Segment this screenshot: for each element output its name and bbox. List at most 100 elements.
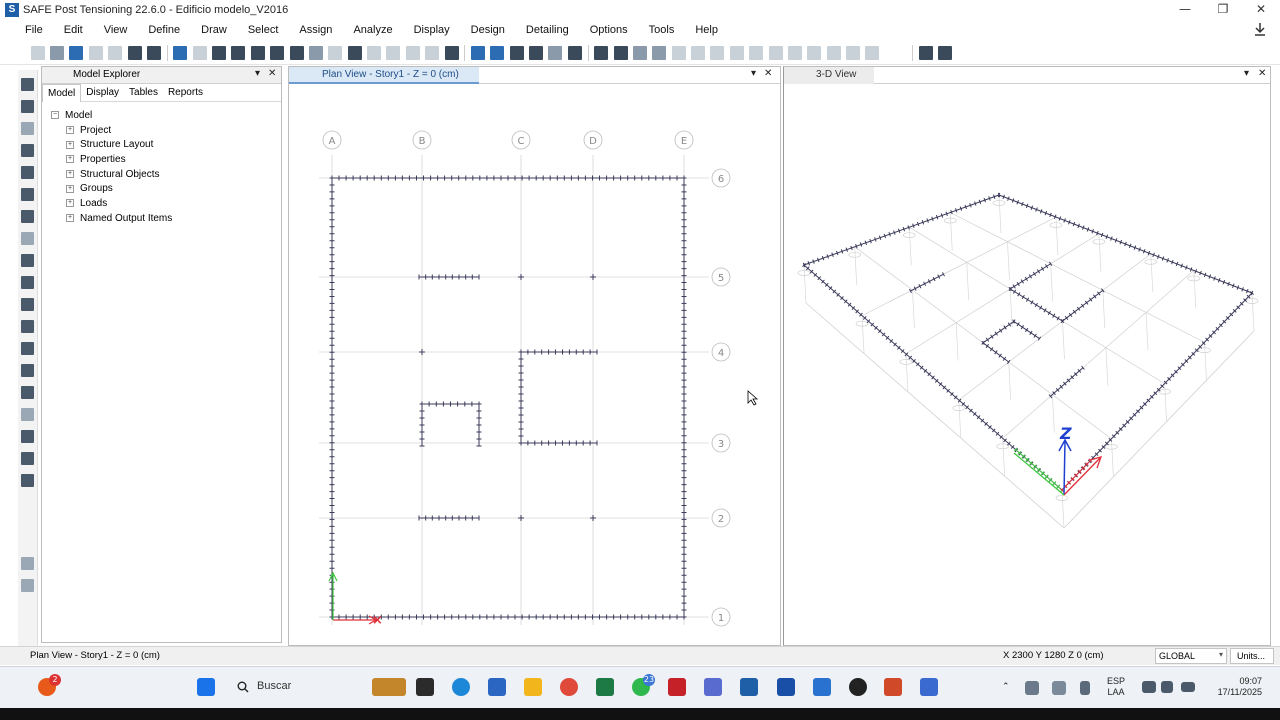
draw-beam-icon[interactable] <box>21 144 34 157</box>
battery-icon[interactable] <box>1181 682 1195 692</box>
app-notification-icon[interactable]: 2 <box>38 674 61 696</box>
view-3d-canvas[interactable]: Z <box>784 85 1270 645</box>
panel-dropdown-icon[interactable]: ▾ <box>1244 68 1249 79</box>
tree-node-structure-layout[interactable]: + Structure Layout <box>42 137 281 152</box>
object-shrink-icon[interactable] <box>567 45 582 60</box>
show-drawings-icon[interactable] <box>807 45 822 60</box>
menu-analyze[interactable]: Analyze <box>353 24 392 36</box>
units-button[interactable]: Units... <box>1230 648 1274 664</box>
show-punching-icon[interactable] <box>691 45 706 60</box>
menu-file[interactable]: File <box>25 24 43 36</box>
reshape-object-icon[interactable] <box>21 100 34 113</box>
revit-icon[interactable] <box>777 678 795 696</box>
tree-node-project[interactable]: + Project <box>42 123 281 138</box>
tree-node-properties[interactable]: + Properties <box>42 152 281 167</box>
view-3d-icon[interactable] <box>347 45 362 60</box>
powerpoint-icon[interactable] <box>884 678 902 696</box>
undo-icon[interactable] <box>88 45 103 60</box>
restore-button[interactable]: ❐ <box>1204 0 1242 20</box>
tray-chevron-up-icon[interactable]: ⌃ <box>1002 681 1010 692</box>
plan-view-canvas[interactable]: A B C D E 6 5 4 3 2 1 × <box>289 85 780 645</box>
menu-display[interactable]: Display <box>414 24 450 36</box>
draw-drop-panel-icon[interactable] <box>21 320 34 333</box>
menu-help[interactable]: Help <box>695 24 718 36</box>
tendon-profile-icon[interactable] <box>938 45 953 60</box>
draw-opening-icon[interactable] <box>21 298 34 311</box>
zoom-out-icon[interactable] <box>289 45 304 60</box>
volume-icon[interactable] <box>1161 681 1173 693</box>
rubber-band-zoom-icon[interactable] <box>212 45 227 60</box>
panel-close-icon[interactable]: ✕ <box>764 68 772 79</box>
redo-icon[interactable] <box>108 45 123 60</box>
clock[interactable]: 09:07 17/11/2025 <box>1206 676 1262 698</box>
show-detailing-icon[interactable] <box>787 45 802 60</box>
etabs-icon[interactable] <box>813 678 831 696</box>
menu-edit[interactable]: Edit <box>64 24 83 36</box>
draw-wall-icon[interactable] <box>21 188 34 201</box>
close-window-button[interactable]: ✕ <box>1242 0 1280 20</box>
tree-node-model[interactable]: − Model <box>42 108 281 123</box>
download-icon[interactable] <box>1254 23 1266 36</box>
draw-slab-icon[interactable] <box>21 276 34 289</box>
tab-model[interactable]: Model <box>42 83 82 102</box>
menu-define[interactable]: Define <box>148 24 180 36</box>
cloud-icon[interactable] <box>1052 681 1066 695</box>
task-view-icon[interactable] <box>416 678 434 696</box>
menu-tools[interactable]: Tools <box>649 24 675 36</box>
menu-assign[interactable]: Assign <box>299 24 332 36</box>
perspective-icon[interactable] <box>444 45 459 60</box>
show-rebar-icon[interactable] <box>768 45 783 60</box>
draw-brace-icon[interactable] <box>21 210 34 223</box>
safe-app-icon[interactable] <box>740 678 758 696</box>
beams[interactable] <box>329 175 687 620</box>
draw-area-icon[interactable] <box>21 232 34 245</box>
minimize-button[interactable]: — <box>1166 0 1204 20</box>
draw-line-icon[interactable] <box>21 122 34 135</box>
whatsapp-icon[interactable]: 23 <box>632 674 655 696</box>
onedrive-icon[interactable] <box>1025 681 1039 695</box>
set-display-options-icon[interactable] <box>509 45 524 60</box>
excel-icon[interactable] <box>596 678 614 696</box>
draw-reference-line-icon[interactable] <box>21 474 34 487</box>
expand-icon[interactable]: + <box>66 170 74 179</box>
coordinate-system-select[interactable]: GLOBAL ▾ <box>1155 648 1227 664</box>
menu-select[interactable]: Select <box>248 24 279 36</box>
menu-options[interactable]: Options <box>590 24 628 36</box>
tree-node-named-output-items[interactable]: + Named Output Items <box>42 211 281 226</box>
windows-start-icon[interactable] <box>197 678 215 696</box>
language-indicator[interactable]: ESP LAA <box>1107 676 1125 698</box>
check-model-icon[interactable] <box>529 45 544 60</box>
wifi-icon[interactable] <box>1142 681 1156 693</box>
calendar-app-icon[interactable] <box>920 678 938 696</box>
davinci-icon[interactable] <box>849 678 867 696</box>
draw-design-strip-icon[interactable] <box>21 342 34 355</box>
snap-end-icon[interactable] <box>21 579 34 592</box>
select-pointer-icon[interactable] <box>21 78 34 91</box>
snap-options-icon[interactable] <box>21 557 34 570</box>
menu-view[interactable]: View <box>104 24 128 36</box>
panel-close-icon[interactable]: ✕ <box>1258 68 1266 79</box>
show-elevations-icon[interactable] <box>865 45 880 60</box>
file-explorer-icon[interactable] <box>524 678 542 696</box>
sketch-app-icon[interactable] <box>704 678 722 696</box>
show-sections-icon[interactable] <box>846 45 861 60</box>
show-undeformed-icon[interactable] <box>594 45 609 60</box>
move-down-icon[interactable] <box>490 45 505 60</box>
rotate-3d-icon[interactable] <box>425 45 440 60</box>
tendon-layout-icon[interactable] <box>918 45 933 60</box>
new-model-icon[interactable] <box>30 45 45 60</box>
menu-detailing[interactable]: Detailing <box>526 24 569 36</box>
tab-tables[interactable]: Tables <box>124 84 163 102</box>
restore-full-view-icon[interactable] <box>231 45 246 60</box>
autocad-icon[interactable] <box>668 678 686 696</box>
expand-icon[interactable]: + <box>66 155 74 164</box>
show-reactions-icon[interactable] <box>613 45 628 60</box>
show-deformed-icon[interactable] <box>548 45 563 60</box>
expand-icon[interactable]: + <box>66 184 74 193</box>
tree-node-groups[interactable]: + Groups <box>42 181 281 196</box>
edge-browser-icon[interactable] <box>452 678 470 696</box>
tree-node-loads[interactable]: + Loads <box>42 196 281 211</box>
draw-tendon-icon[interactable] <box>21 408 34 421</box>
draw-grid-icon[interactable] <box>21 430 34 443</box>
expand-icon[interactable]: + <box>66 214 74 223</box>
